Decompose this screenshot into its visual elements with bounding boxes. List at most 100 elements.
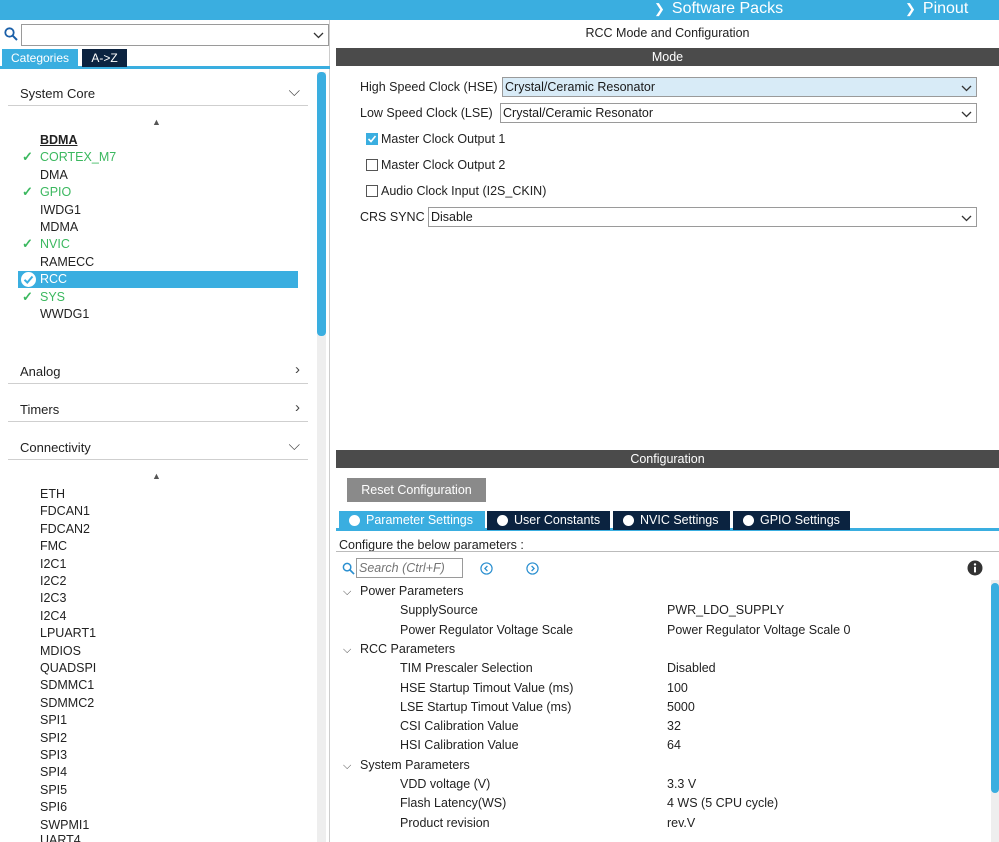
sidebar-item-dma[interactable]: DMA [18,167,298,184]
software-packs-menu[interactable]: ❯ Software Packs [654,0,783,20]
param-row[interactable]: Flash Latency(WS) 4 WS (5 CPU cycle) [400,796,980,813]
section-system-core[interactable]: System Core ⌵ [8,80,308,106]
info-icon[interactable] [967,560,983,576]
next-result-icon[interactable] [526,562,539,575]
sidebar-item-sdmmc2[interactable]: SDMMC2 [18,695,298,712]
pinout-menu[interactable]: ❯ Pinout [905,0,968,20]
sidebar-item-eth[interactable]: ETH [18,486,298,503]
config-tabs: Parameter Settings User Constants NVIC S… [336,510,999,531]
category-search-row [0,24,330,46]
checkbox-mco2[interactable]: Master Clock Output 2 [366,155,666,175]
sidebar-item-i2c3[interactable]: I2C3 [18,590,298,607]
sidebar-item-spi4[interactable]: SPI4 [18,764,298,781]
param-row[interactable]: Product revision rev.V [400,816,980,833]
sidebar-item-wwdg1[interactable]: WWDG1 [18,306,298,323]
checkbox-icon[interactable] [366,159,378,171]
sidebar-item-spi6[interactable]: SPI6 [18,799,298,816]
sidebar-item-mdma[interactable]: MDMA [18,219,298,236]
page-title: RCC Mode and Configuration [585,26,750,40]
sidebar-item-spi3[interactable]: SPI3 [18,747,298,764]
search-icon[interactable] [4,27,18,41]
param-name: Flash Latency(WS) [400,796,507,811]
sidebar-item-cortex_m7[interactable]: ✓ CORTEX_M7 [18,149,298,166]
parameter-search-input[interactable] [357,559,462,577]
reset-configuration-button[interactable]: Reset Configuration [347,478,486,502]
sidebar-item-nvic[interactable]: ✓ NVIC [18,236,298,253]
sidebar-item-lpuart1[interactable]: LPUART1 [18,625,298,642]
checkbox-mco1[interactable]: Master Clock Output 1 [366,129,666,149]
param-row[interactable]: HSE Startup Timout Value (ms) 100 [400,681,980,698]
checkbox-i2s-ckin[interactable]: Audio Clock Input (I2S_CKIN) [366,181,666,201]
tab-nvic-settings[interactable]: NVIC Settings [613,511,730,530]
param-name: SupplySource [400,603,478,618]
sidebar-item-fdcan2[interactable]: FDCAN2 [18,521,298,538]
sidebar-item-gpio[interactable]: ✓ GPIO [18,184,298,201]
chevron-down-icon: ❯ [905,1,916,16]
sidebar-item-ramecc[interactable]: RAMECC [18,254,298,271]
sidebar-item-iwdg1[interactable]: IWDG1 [18,202,298,219]
configuration-header: Configuration [336,450,999,468]
scroll-up-icon[interactable]: ▲ [152,471,161,481]
param-row[interactable]: SupplySource PWR_LDO_SUPPLY [400,603,980,620]
parameter-search-field[interactable] [356,558,463,578]
param-group[interactable]: ⌵ Power Parameters [343,584,464,601]
sidebar-item-spi2[interactable]: SPI2 [18,730,298,747]
tab-gpio-settings[interactable]: GPIO Settings [733,511,850,530]
scrollbar-thumb[interactable] [991,583,999,793]
param-row[interactable]: HSI Calibration Value 64 [400,738,980,755]
param-value: rev.V [667,815,696,830]
param-row[interactable]: Power Regulator Voltage Scale Power Regul… [400,623,980,640]
sidebar-item-bdma[interactable]: BDMA [18,132,298,149]
param-row[interactable]: VDD voltage (V) 3.3 V [400,777,980,794]
sidebar-item-i2c4[interactable]: I2C4 [18,608,298,625]
sidebar-item-fmc[interactable]: FMC [18,538,298,555]
param-name: Product revision [400,815,490,830]
param-row[interactable]: LSE Startup Timout Value (ms) 5000 [400,700,980,717]
scroll-up-icon[interactable]: ▲ [152,117,161,127]
sidebar-item-sdmmc1[interactable]: SDMMC1 [18,677,298,694]
lse-select[interactable]: Crystal/Ceramic Resonator [500,103,977,123]
section-analog[interactable]: Analog › [8,358,308,384]
param-group[interactable]: ⌵ System Parameters [343,758,470,775]
tab-categories[interactable]: Categories [2,49,78,67]
tab-parameter-settings[interactable]: Parameter Settings [339,511,485,530]
sidebar-item-spi5[interactable]: SPI5 [18,782,298,799]
param-row[interactable]: CSI Calibration Value 32 [400,719,980,736]
crs-value: Disable [431,210,473,224]
sidebar-item-i2c1[interactable]: I2C1 [18,556,298,573]
sidebar-item-quadspi[interactable]: QUADSPI [18,660,298,677]
chevron-right-icon: › [295,361,300,378]
previous-result-icon[interactable] [480,562,493,575]
scrollbar-thumb[interactable] [317,72,326,336]
section-timers[interactable]: Timers › [8,396,308,422]
sidebar-item[interactable]: UART4 [18,832,298,842]
section-connectivity[interactable]: Connectivity ⌵ [8,434,308,460]
sidebar-item-sys[interactable]: ✓ SYS [18,289,298,306]
param-row[interactable]: TIM Prescaler Selection Disabled [400,661,980,678]
scrollbar[interactable] [991,580,999,842]
chevron-down-icon: ⌵ [343,586,352,598]
sidebar-item-spi1[interactable]: SPI1 [18,712,298,729]
sidebar-item-i2c2[interactable]: I2C2 [18,573,298,590]
check-circle-icon [21,272,36,288]
param-value: 5000 [667,699,695,714]
checkbox-icon[interactable] [366,133,378,145]
hse-select[interactable]: Crystal/Ceramic Resonator [502,77,977,97]
scrollbar[interactable] [317,72,326,842]
chevron-down-icon: ⌵ [288,437,300,454]
param-group[interactable]: ⌵ RCC Parameters [343,642,455,659]
tab-user-constants[interactable]: User Constants [487,511,610,530]
crs-label: CRS SYNC [360,210,425,224]
sidebar-item-mdios[interactable]: MDIOS [18,643,298,660]
sidebar-item-rcc[interactable]: RCC [18,271,298,289]
chevron-down-icon [313,32,324,39]
category-search-combo[interactable] [21,24,329,46]
mode-header: Mode [336,48,999,66]
crs-select[interactable]: Disable [428,207,977,227]
param-value: 32 [667,719,681,734]
check-icon: ✓ [22,236,33,252]
check-icon: ✓ [22,149,33,165]
tab-a-z[interactable]: A->Z [82,49,127,67]
checkbox-icon[interactable] [366,185,378,197]
sidebar-item-fdcan1[interactable]: FDCAN1 [18,503,298,520]
